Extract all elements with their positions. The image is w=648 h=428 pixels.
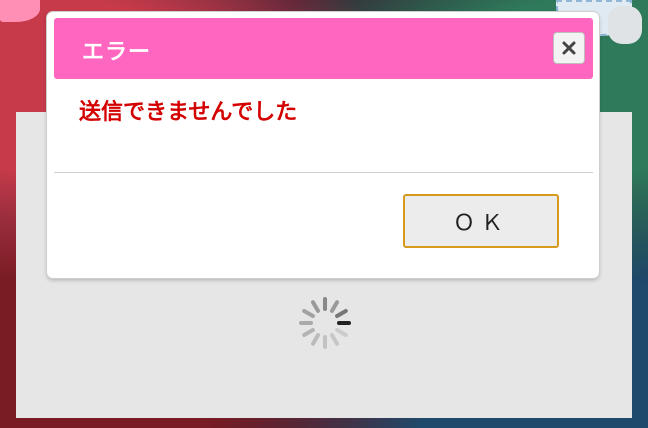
spinner-icon: [299, 297, 351, 349]
close-icon: [562, 41, 576, 55]
ok-button[interactable]: ＯＫ: [403, 194, 559, 248]
error-dialog: エラー 送信できませんでした ＯＫ: [47, 12, 599, 278]
dialog-title: エラー: [82, 40, 152, 65]
divider: [54, 172, 593, 173]
dialog-header: エラー: [54, 18, 593, 79]
background-pill: [608, 6, 642, 44]
error-message: 送信できませんでした: [79, 100, 298, 125]
close-button[interactable]: [553, 32, 585, 64]
